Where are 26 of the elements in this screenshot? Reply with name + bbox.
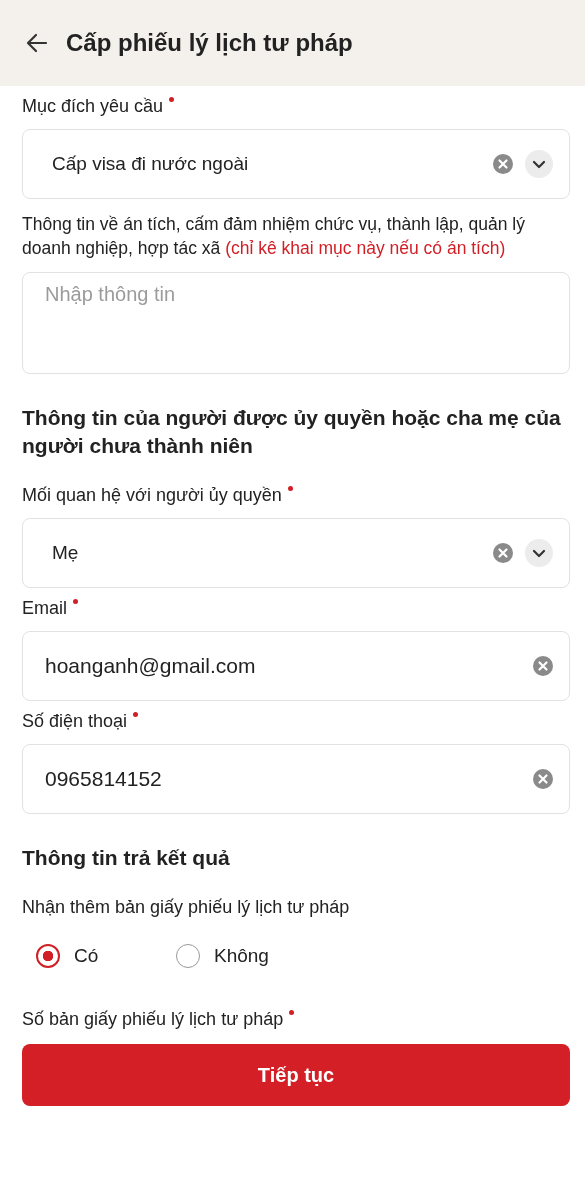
field-label: Số điện thoại	[22, 710, 570, 732]
page-title: Cấp phiếu lý lịch tư pháp	[66, 29, 353, 57]
section-heading: Thông tin trả kết quả	[22, 845, 231, 871]
field-label: Email	[22, 597, 570, 619]
field-label: Thông tin về án tích, cấm đảm nhiệm chức vụ, thành lập, quản lý doanh nghiệp, hợp tác xã (chỉ kê khai mục này nếu có án tích)	[22, 213, 526, 260]
field-label: Số bản giấy phiếu lý lịch tư pháp	[22, 1008, 570, 1030]
continue-button[interactable]: Tiếp tục	[22, 1044, 570, 1106]
field-label: Nhận thêm bản giấy phiếu lý lịch tư pháp	[22, 896, 351, 918]
select-field[interactable]: Mẹ	[22, 518, 570, 588]
chevron-down-icon[interactable]	[525, 539, 553, 567]
back-icon[interactable]	[26, 33, 48, 53]
clear-icon[interactable]	[533, 656, 553, 676]
text-area[interactable]: Nhập thông tin	[22, 272, 570, 374]
input-field[interactable]: 0965814152	[22, 744, 570, 814]
radio-icon[interactable]	[36, 944, 60, 968]
chevron-down-icon[interactable]	[525, 150, 553, 178]
radio-option[interactable]: Có	[36, 944, 136, 968]
clear-icon[interactable]	[493, 543, 513, 563]
section-heading: Thông tin của người được ủy quyền hoặc cha mẹ của người chưa thành niên	[22, 405, 562, 459]
field-label: Mục đích yêu cầu	[22, 95, 570, 117]
select-field[interactable]: Cấp visa đi nước ngoài	[22, 129, 570, 199]
input-field[interactable]: hoanganh@gmail.com	[22, 631, 570, 701]
radio-option[interactable]: Không	[176, 944, 276, 968]
clear-icon[interactable]	[533, 769, 553, 789]
clear-icon[interactable]	[493, 154, 513, 174]
field-label: Mối quan hệ với người ủy quyền	[22, 484, 570, 506]
